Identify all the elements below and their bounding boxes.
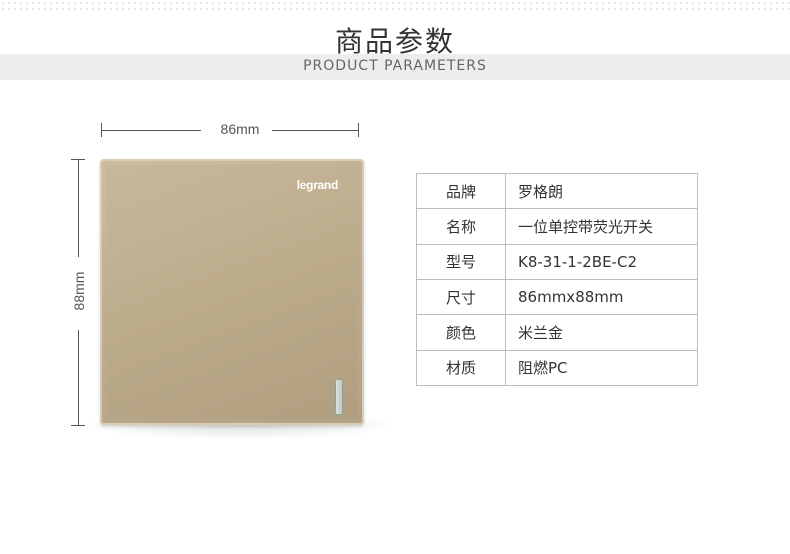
page-subtitle: PRODUCT PARAMETERS [303,58,487,74]
spec-label: 名称 [416,208,506,245]
fluorescent-indicator [335,379,343,415]
switch-plate: legrand [100,159,364,425]
width-dimension-label: 86mm [220,121,260,137]
spec-value: 86mmx88mm [505,278,698,316]
height-dimension-top-line [78,159,79,257]
spec-label: 材质 [416,349,506,387]
switch-rocker: legrand [106,165,358,419]
spec-value: 罗格朗 [505,172,698,210]
table-row: 品牌 罗格朗 [416,172,698,210]
width-dimension-left-line [101,130,201,131]
spec-value: 一位单控带荧光开关 [505,208,698,245]
specs-table: 品牌 罗格朗 名称 一位单控带荧光开关 型号 K8-31-1-2BE-C2 尺寸… [416,172,698,387]
spec-value: 米兰金 [505,314,698,351]
spec-value: 阻燃PC [505,349,698,387]
width-dimension-right-line [272,130,358,131]
table-row: 型号 K8-31-1-2BE-C2 [416,243,698,280]
table-row: 材质 阻燃PC [416,349,698,387]
spec-label: 尺寸 [416,278,506,316]
spec-label: 品牌 [416,172,506,210]
spec-label: 颜色 [416,314,506,351]
spec-label: 型号 [416,243,506,280]
spec-value: K8-31-1-2BE-C2 [505,243,698,280]
brand-logo: legrand [296,178,339,192]
height-dimension-label: 88mm [71,271,87,311]
width-dimension-right-tick [358,123,359,137]
table-row: 尺寸 86mmx88mm [416,278,698,316]
table-row: 名称 一位单控带荧光开关 [416,208,698,245]
height-dimension-bottom-line [78,330,79,425]
table-row: 颜色 米兰金 [416,314,698,351]
top-dotted-border [0,0,790,10]
